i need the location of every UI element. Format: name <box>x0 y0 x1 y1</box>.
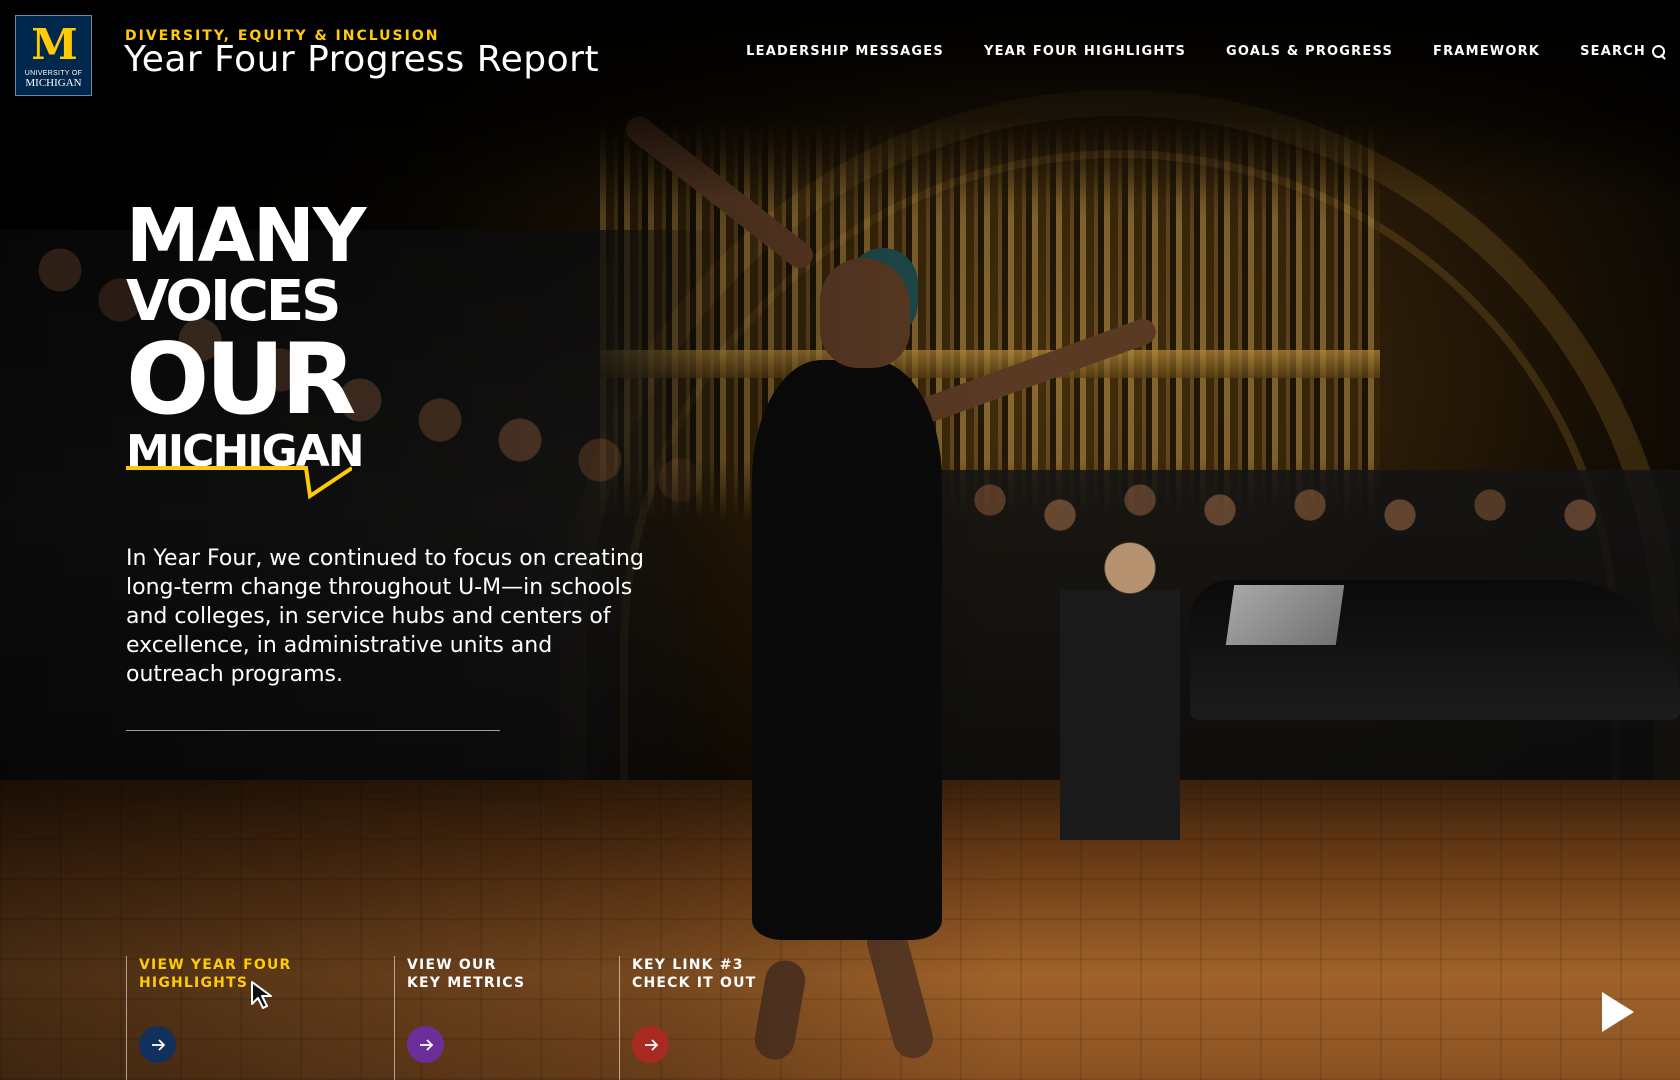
main-nav: LEADERSHIP MESSAGES YEAR FOUR HIGHLIGHTS… <box>706 44 1666 59</box>
arrow-right-icon[interactable] <box>632 1026 669 1063</box>
headline-speech-underline <box>126 466 352 500</box>
university-logo[interactable]: M UNIVERSITY OF MICHIGAN <box>15 15 92 96</box>
hero-headline: MANY VOICES OUR MICHIGAN <box>126 193 366 476</box>
nav-framework[interactable]: FRAMEWORK <box>1433 44 1540 59</box>
hero-divider <box>126 730 500 731</box>
nav-year-four-highlights[interactable]: YEAR FOUR HIGHLIGHTS <box>984 44 1186 59</box>
nav-goals-progress[interactable]: GOALS & PROGRESS <box>1226 44 1393 59</box>
nav-search[interactable]: SEARCH <box>1580 44 1666 59</box>
search-icon <box>1652 44 1666 59</box>
key-link-highlights[interactable]: VIEW YEAR FOUR HIGHLIGHTS <box>126 956 356 1080</box>
logo-line-2: MICHIGAN <box>25 77 82 89</box>
play-icon[interactable] <box>1600 990 1636 1034</box>
headline-line-many: MANY <box>126 193 366 279</box>
arrow-right-icon[interactable] <box>407 1026 444 1063</box>
block-m-logo: M <box>31 20 77 69</box>
site-title[interactable]: Year Four Progress Report <box>124 38 599 82</box>
key-link-label-2: KEY METRICS <box>407 975 526 991</box>
key-link-label-2: HIGHLIGHTS <box>139 975 249 991</box>
key-link-label-2: CHECK IT OUT <box>632 975 757 991</box>
key-link-metrics[interactable]: VIEW OUR KEY METRICS <box>394 956 624 1080</box>
mouse-pointer-icon <box>251 981 272 1009</box>
key-link-label-1: VIEW YEAR FOUR <box>139 957 292 973</box>
site-header: M UNIVERSITY OF MICHIGAN DIVERSITY, EQUI… <box>0 0 1680 108</box>
key-link-label-1: VIEW OUR <box>407 957 497 973</box>
hero-intro-text: In Year Four, we continued to focus on c… <box>126 546 644 687</box>
nav-leadership-messages[interactable]: LEADERSHIP MESSAGES <box>746 44 944 59</box>
hero-background-image <box>0 0 1680 1080</box>
key-link-label-1: KEY LINK #3 <box>632 957 744 973</box>
search-label: SEARCH <box>1580 44 1646 59</box>
arrow-right-icon[interactable] <box>139 1026 176 1063</box>
logo-line-1: UNIVERSITY OF <box>24 70 83 77</box>
key-link-3[interactable]: KEY LINK #3 CHECK IT OUT <box>619 956 849 1080</box>
headline-line-our: OUR <box>126 323 356 437</box>
